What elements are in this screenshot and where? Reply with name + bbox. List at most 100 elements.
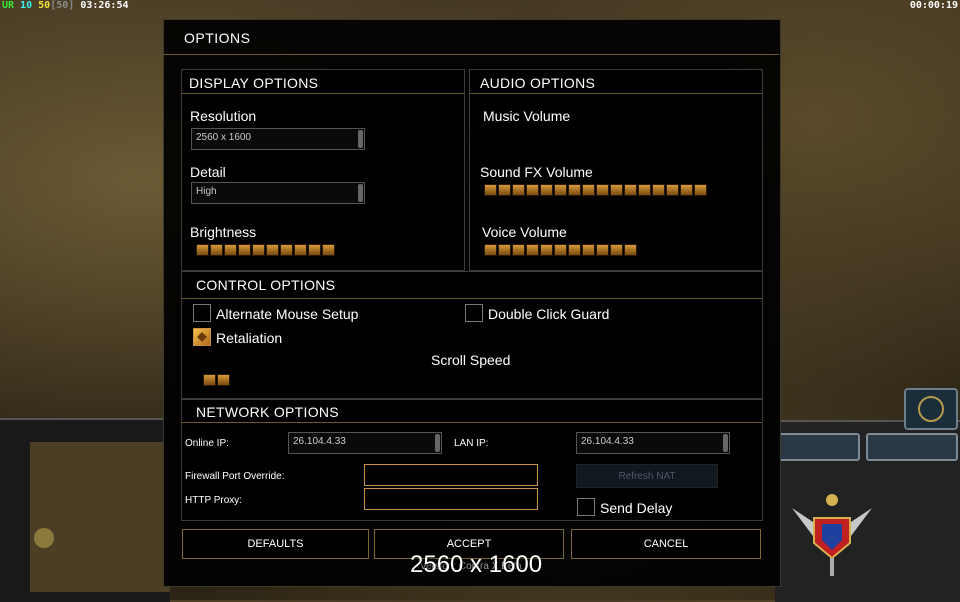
resolution-value: 2560 x 1600 (196, 132, 252, 143)
slider-segment (280, 244, 293, 256)
slider-segment (554, 244, 567, 256)
hud-bracket: [50] (50, 0, 75, 11)
slider-segment (196, 244, 209, 256)
slider-segment (252, 244, 265, 256)
lan-ip-select[interactable]: 26.104.4.33 (576, 432, 730, 454)
display-options-heading: DISPLAY OPTIONS (189, 75, 319, 91)
sfx-volume-slider[interactable] (484, 184, 707, 196)
detail-select[interactable]: High (191, 182, 365, 204)
detail-scroll-thumb[interactable] (358, 184, 363, 202)
double-click-guard-label: Double Click Guard (488, 306, 610, 322)
slider-segment (498, 184, 511, 196)
refresh-nat-button[interactable]: Refresh NAT (576, 464, 718, 488)
slider-segment (624, 244, 637, 256)
network-options-heading: NETWORK OPTIONS (196, 404, 339, 420)
cancel-button[interactable]: CANCEL (571, 529, 761, 559)
slider-segment (210, 244, 223, 256)
slider-segment (238, 244, 251, 256)
display-heading-divider (181, 93, 464, 94)
hud-timer: 00:00:19 (909, 0, 958, 11)
sfx-volume-label: Sound FX Volume (480, 164, 593, 180)
minimap[interactable] (30, 442, 170, 592)
http-proxy-input[interactable] (364, 488, 538, 510)
slider-segment (308, 244, 321, 256)
hud-ten: 10 (20, 0, 33, 11)
slider-segment (582, 244, 595, 256)
sidebar-tab-left[interactable] (778, 433, 860, 461)
music-volume-slider[interactable] (484, 128, 694, 140)
voice-volume-label: Voice Volume (482, 224, 567, 240)
voice-volume-slider[interactable] (484, 244, 637, 256)
retaliation-label: Retaliation (216, 330, 283, 346)
hud-clock: 03:26:54 (80, 0, 129, 11)
slider-segment (484, 244, 497, 256)
online-ip-scroll-thumb[interactable] (435, 434, 440, 452)
retaliation-checkbox[interactable] (193, 328, 211, 346)
slider-segment (610, 244, 623, 256)
slider-segment (203, 374, 216, 386)
brightness-label: Brightness (190, 224, 257, 240)
online-ip-label: Online IP: (185, 438, 229, 449)
lan-ip-value: 26.104.4.33 (581, 436, 634, 447)
title-divider (163, 54, 779, 55)
send-delay-checkbox[interactable] (577, 498, 595, 516)
slider-segment (322, 244, 335, 256)
alternate-mouse-label: Alternate Mouse Setup (216, 306, 359, 322)
slider-segment (512, 244, 525, 256)
slider-segment (624, 184, 637, 196)
slider-segment (568, 244, 581, 256)
music-volume-label: Music Volume (483, 108, 571, 124)
hud-status: UR 10 50[50] 03:26:54 (2, 0, 129, 11)
slider-segment (266, 244, 279, 256)
slider-segment (512, 184, 525, 196)
slider-segment (596, 244, 609, 256)
minimap-unit-marker (34, 528, 54, 548)
resolution-overlay: 2560 x 1600 (410, 551, 543, 578)
faction-emblem-icon (792, 494, 872, 576)
slider-segment (638, 184, 651, 196)
resolution-select[interactable]: 2560 x 1600 (191, 128, 365, 150)
slider-segment (610, 184, 623, 196)
audio-options-heading: AUDIO OPTIONS (480, 75, 596, 91)
radar-button[interactable] (904, 388, 958, 430)
slider-segment (224, 244, 237, 256)
resolution-scroll-thumb[interactable] (358, 130, 363, 148)
slider-segment (540, 184, 553, 196)
radar-icon (918, 396, 944, 422)
dialog-title: OPTIONS (184, 30, 251, 46)
control-options-heading: CONTROL OPTIONS (196, 277, 336, 293)
lan-ip-scroll-thumb[interactable] (723, 434, 728, 452)
slider-segment (540, 244, 553, 256)
resolution-label: Resolution (190, 108, 257, 124)
lan-ip-label: LAN IP: (454, 438, 489, 449)
brightness-slider[interactable] (196, 244, 335, 256)
defaults-button[interactable]: DEFAULTS (182, 529, 369, 559)
sidebar-tab-right[interactable] (866, 433, 958, 461)
send-delay-label: Send Delay (600, 500, 673, 516)
double-click-guard-checkbox[interactable] (465, 304, 483, 322)
hud-ur: UR (2, 0, 15, 11)
online-ip-value: 26.104.4.33 (293, 436, 346, 447)
online-ip-select[interactable]: 26.104.4.33 (288, 432, 442, 454)
firewall-port-input[interactable] (364, 464, 538, 486)
slider-segment (294, 244, 307, 256)
slider-segment (526, 244, 539, 256)
slider-segment (568, 184, 581, 196)
control-heading-divider (181, 298, 762, 299)
slider-segment (582, 184, 595, 196)
audio-heading-divider (469, 93, 762, 94)
hud-fifty: 50 (38, 0, 51, 11)
slider-segment (554, 184, 567, 196)
slider-segment (652, 184, 665, 196)
scroll-speed-slider[interactable] (203, 374, 230, 386)
slider-segment (484, 184, 497, 196)
firewall-port-label: Firewall Port Override: (185, 471, 285, 482)
slider-segment (666, 184, 679, 196)
scroll-speed-label: Scroll Speed (431, 352, 511, 368)
slider-segment (217, 374, 230, 386)
slider-segment (498, 244, 511, 256)
detail-label: Detail (190, 164, 226, 180)
network-heading-divider (181, 422, 762, 423)
slider-segment (694, 184, 707, 196)
alternate-mouse-checkbox[interactable] (193, 304, 211, 322)
